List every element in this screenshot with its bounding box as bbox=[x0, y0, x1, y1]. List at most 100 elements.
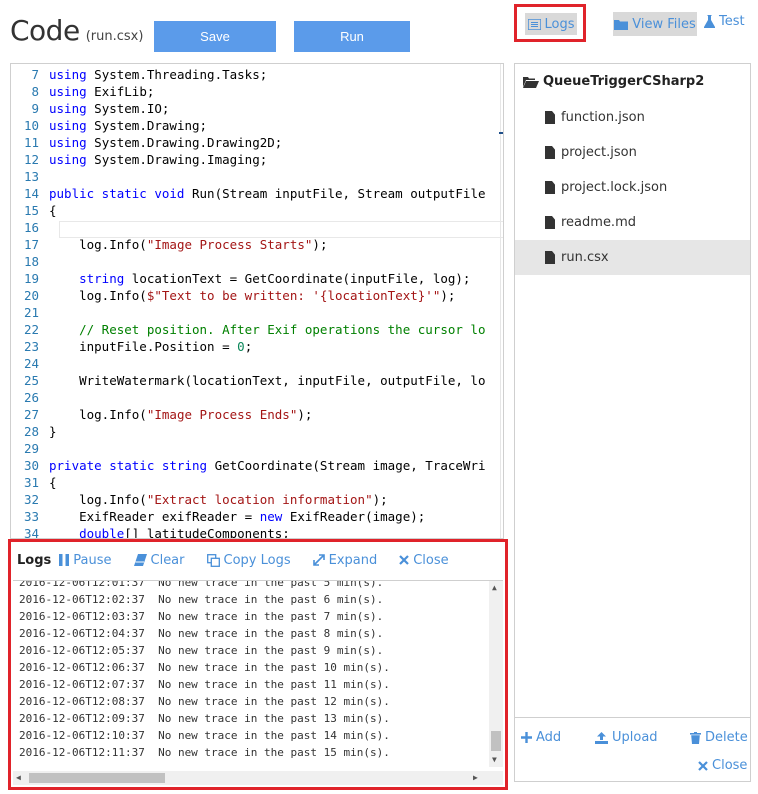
code-token: using bbox=[49, 67, 87, 82]
code-line[interactable]: 23 inputFile.Position = 0; bbox=[11, 338, 252, 355]
code-line[interactable]: 8 using ExifLib; bbox=[11, 83, 154, 100]
code-line[interactable]: 21 bbox=[11, 304, 49, 321]
upload-button[interactable]: Upload bbox=[595, 730, 658, 745]
file-icon bbox=[545, 251, 555, 264]
scroll-left-icon[interactable]: ◀ bbox=[16, 773, 21, 782]
file-item[interactable]: readme.md bbox=[515, 205, 750, 240]
code-editor[interactable]: 7 using System.Threading.Tasks; 8 using Exi… bbox=[10, 63, 504, 539]
code-line[interactable]: 12 using System.Drawing.Imaging; bbox=[11, 151, 267, 168]
scroll-up-icon[interactable]: ▲ bbox=[492, 583, 497, 592]
add-file-button[interactable]: Add bbox=[521, 730, 561, 745]
code-line[interactable]: 17 log.Info("Image Process Starts"); bbox=[11, 236, 328, 253]
code-token: double bbox=[79, 526, 125, 539]
code-token: ); bbox=[372, 492, 388, 507]
copy-logs-label: Copy Logs bbox=[223, 552, 291, 568]
line-number: 13 bbox=[23, 169, 39, 184]
delete-button[interactable]: Delete bbox=[690, 730, 748, 745]
close-icon bbox=[399, 555, 410, 565]
folder-item[interactable]: QueueTriggerCSharp2 bbox=[523, 74, 704, 89]
files-close-label: Close bbox=[712, 758, 748, 773]
code-line[interactable]: 14 public static void Run(Stream inputFil… bbox=[11, 185, 486, 202]
close-icon bbox=[698, 760, 708, 771]
logs-close-button[interactable]: Close bbox=[399, 553, 449, 568]
scroll-right-icon[interactable]: ▶ bbox=[473, 773, 478, 782]
code-line[interactable]: 33 ExifReader exifReader = new ExifReade… bbox=[11, 508, 425, 525]
clear-button[interactable]: Clear bbox=[133, 553, 185, 568]
code-line[interactable]: 22 // Reset position. After Exif operati… bbox=[11, 321, 486, 338]
code-token: new bbox=[259, 509, 283, 524]
log-line: 2016-12-06T12:03:37 No new trace in the … bbox=[19, 610, 384, 623]
file-icon bbox=[545, 111, 555, 124]
code-line[interactable]: 26 bbox=[11, 389, 49, 406]
save-button[interactable]: Save bbox=[154, 21, 276, 52]
code-line[interactable]: 25 WriteWatermark(locationText, inputFil… bbox=[11, 372, 486, 389]
line-number: 17 bbox=[23, 237, 39, 252]
pause-label: Pause bbox=[73, 552, 112, 568]
expand-icon bbox=[312, 554, 325, 566]
code-token: [] latitudeComponents; bbox=[124, 526, 290, 539]
code-token: public static void bbox=[49, 186, 185, 201]
code-token: log.Info( bbox=[49, 288, 147, 303]
code-token: // Reset position. After Exif operations… bbox=[49, 322, 486, 337]
file-item[interactable]: run.csx bbox=[515, 240, 750, 275]
logs-vertical-scrollbar[interactable]: ▲ ▼ bbox=[489, 581, 503, 767]
file-item[interactable]: function.json bbox=[515, 100, 750, 135]
code-line[interactable]: 13 bbox=[11, 168, 49, 185]
line-number: 31 bbox=[23, 475, 39, 490]
code-line[interactable]: 20 log.Info($"Text to be written: '{loca… bbox=[11, 287, 455, 304]
code-line[interactable]: 18 bbox=[11, 253, 49, 270]
code-token: using bbox=[49, 135, 87, 150]
file-item[interactable]: project.json bbox=[515, 135, 750, 170]
code-line[interactable]: 15 { bbox=[11, 202, 57, 219]
copy-logs-button[interactable]: Copy Logs bbox=[206, 552, 291, 568]
run-button[interactable]: Run bbox=[294, 21, 410, 52]
log-line: 2016-12-06T12:08:37 No new trace in the … bbox=[19, 695, 390, 708]
log-line: 2016-12-06T12:07:37 No new trace in the … bbox=[19, 678, 390, 691]
code-token: using bbox=[49, 101, 87, 116]
pause-button[interactable]: Pause bbox=[59, 552, 112, 568]
line-number: 8 bbox=[31, 84, 39, 99]
code-token: locationText = GetCoordinate(inputFile, … bbox=[124, 271, 471, 286]
code-line[interactable]: 11 using System.Drawing.Drawing2D; bbox=[11, 134, 282, 151]
code-token: WriteWatermark(locationText, inputFile, … bbox=[49, 373, 486, 388]
copy-icon bbox=[206, 553, 220, 567]
log-line: 2016-12-06T12:02:37 No new trace in the … bbox=[19, 593, 384, 606]
code-line[interactable]: 29 bbox=[11, 440, 49, 457]
scroll-down-icon[interactable]: ▼ bbox=[492, 755, 497, 764]
code-line[interactable]: 9 using System.IO; bbox=[11, 100, 169, 117]
code-line[interactable]: 31 { bbox=[11, 474, 57, 491]
expand-label: Expand bbox=[328, 552, 378, 568]
code-line[interactable]: 27 log.Info("Image Process Ends"); bbox=[11, 406, 312, 423]
code-line[interactable]: 34 double[] latitudeComponents; bbox=[11, 525, 290, 539]
file-item[interactable]: project.lock.json bbox=[515, 170, 750, 205]
code-line[interactable]: 10 using System.Drawing; bbox=[11, 117, 207, 134]
logs-vertical-scroll-thumb[interactable] bbox=[491, 731, 501, 751]
code-line[interactable]: 16 bbox=[11, 219, 49, 236]
test-button[interactable]: Test bbox=[704, 14, 745, 29]
folder-open-icon bbox=[523, 76, 539, 88]
logs-toggle-button[interactable]: Logs bbox=[525, 13, 577, 35]
logs-horizontal-scroll-thumb[interactable] bbox=[29, 773, 165, 783]
logs-horizontal-scrollbar[interactable]: ◀ ▶ bbox=[13, 771, 503, 785]
line-number: 10 bbox=[23, 118, 39, 133]
logs-output[interactable]: 2016-12-06T12:01:37 No new trace in the … bbox=[13, 580, 503, 785]
plus-icon bbox=[521, 732, 532, 743]
line-number: 25 bbox=[23, 373, 39, 388]
editor-ruler bbox=[500, 64, 501, 538]
file-name: readme.md bbox=[561, 215, 636, 230]
log-line: 2016-12-06T12:01:37 No new trace in the … bbox=[19, 580, 384, 589]
code-token: GetCoordinate(Stream image, TraceWri bbox=[207, 458, 486, 473]
files-close-button[interactable]: Close bbox=[698, 758, 747, 773]
code-line[interactable]: 7 using System.Threading.Tasks; bbox=[11, 66, 267, 83]
code-line[interactable]: 19 string locationText = GetCoordinate(i… bbox=[11, 270, 471, 287]
list-icon bbox=[527, 18, 541, 30]
code-line[interactable]: 32 log.Info("Extract location informatio… bbox=[11, 491, 388, 508]
code-line[interactable]: 24 bbox=[11, 355, 49, 372]
code-line[interactable]: 28} bbox=[11, 423, 57, 440]
expand-button[interactable]: Expand bbox=[312, 552, 378, 568]
view-files-button[interactable]: View Files bbox=[613, 12, 697, 36]
folder-name: QueueTriggerCSharp2 bbox=[543, 74, 705, 89]
code-line[interactable]: 30 private static string GetCoordinate(St… bbox=[11, 457, 486, 474]
code-token: $"Text to be written: '{locationText}'" bbox=[146, 288, 441, 303]
